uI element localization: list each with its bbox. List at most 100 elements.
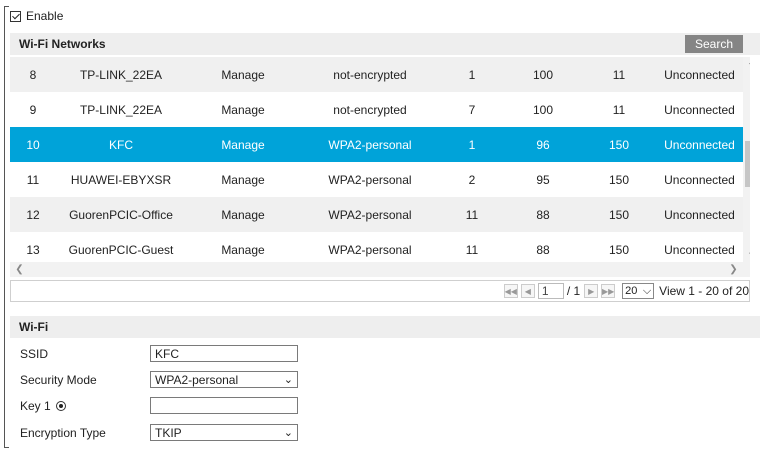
cell-signal: 96	[504, 127, 582, 162]
first-page-icon[interactable]: ◀◀	[503, 284, 518, 298]
scroll-up-icon[interactable]: ⌃	[743, 59, 750, 74]
security-mode-value: WPA2-personal	[155, 372, 239, 387]
cell-mode: Manage	[186, 232, 300, 262]
networks-grid-body: 8 TP-LINK_22EA Manage not-encrypted 1 100 11 Un…	[10, 57, 743, 262]
frame-tick	[4, 6, 9, 7]
cell-status: Unconnected	[656, 232, 743, 262]
cell-signal: 100	[504, 57, 582, 92]
table-row[interactable]: 13 GuorenPCIC-Guest Manage WPA2-personal 11 8…	[10, 232, 743, 262]
table-row[interactable]: 10 KFC Manage WPA2-personal 1 96 150 Unconnecte…	[10, 127, 743, 162]
cell-ssid: GuorenPCIC-Office	[56, 197, 186, 232]
per-page-value: 20	[625, 285, 638, 297]
page-number-input[interactable]	[537, 283, 564, 299]
ssid-label: SSID	[20, 346, 49, 361]
frame-tick	[4, 447, 9, 448]
security-mode-select[interactable]: WPA2-personal ⌄	[150, 371, 298, 388]
page-total: / 1	[566, 284, 581, 298]
enable-checkbox[interactable]	[10, 10, 21, 22]
cell-speed: 150	[582, 162, 656, 197]
scroll-corner	[743, 262, 750, 277]
table-row[interactable]: 9 TP-LINK_22EA Manage not-encrypted 7 100 11 Un…	[10, 92, 743, 127]
cell-no: 13	[10, 232, 56, 262]
table-row[interactable]: 11 HUAWEI-EBYXSR Manage WPA2-personal 2 95 150…	[10, 162, 743, 197]
cell-ssid: HUAWEI-EBYXSR	[56, 162, 186, 197]
cell-no: 11	[10, 162, 56, 197]
cell-no: 8	[10, 57, 56, 92]
key-label: Key 1	[20, 398, 51, 413]
cell-channel: 2	[440, 162, 504, 197]
table-row[interactable]: 12 GuorenPCIC-Office Manage WPA2-personal 11…	[10, 197, 743, 232]
key-row: Key 1	[20, 397, 298, 414]
cell-ssid: KFC	[56, 127, 186, 162]
cell-security: not-encrypted	[300, 57, 440, 92]
chevron-down-icon: ⌄	[283, 427, 293, 439]
cell-speed: 11	[582, 92, 656, 127]
cell-signal: 88	[504, 197, 582, 232]
cell-status: Unconnected	[656, 197, 743, 232]
cell-security: WPA2-personal	[300, 232, 440, 262]
networks-table: 8 TP-LINK_22EA Manage not-encrypted 1 100 11 Un…	[10, 57, 743, 262]
cell-speed: 150	[582, 197, 656, 232]
cell-ssid: GuorenPCIC-Guest	[56, 232, 186, 262]
vertical-scrollbar[interactable]: ⌃ ⌄	[743, 57, 750, 262]
per-page-select[interactable]: 20 ⌵	[622, 283, 655, 299]
cell-channel: 1	[440, 57, 504, 92]
cell-signal: 100	[504, 92, 582, 127]
cell-status: Unconnected	[656, 57, 743, 92]
key-label-group: Key 1	[20, 399, 150, 413]
encryption-type-row: Encryption Type TKIP ⌄	[20, 424, 298, 441]
scroll-right-icon[interactable]: ❯	[726, 262, 741, 277]
cell-channel: 7	[440, 92, 504, 127]
enable-row: Enable	[10, 9, 63, 23]
cell-security: WPA2-personal	[300, 162, 440, 197]
ssid-input[interactable]: KFC	[150, 345, 298, 362]
wifi-networks-title: Wi-Fi Networks	[19, 37, 106, 51]
encryption-type-value: TKIP	[155, 425, 182, 440]
enable-label: Enable	[26, 9, 64, 23]
cell-no: 10	[10, 127, 56, 162]
cell-no: 9	[10, 92, 56, 127]
chevron-down-icon: ⌄	[283, 374, 293, 386]
cell-mode: Manage	[186, 92, 300, 127]
cell-mode: Manage	[186, 127, 300, 162]
cell-security: not-encrypted	[300, 92, 440, 127]
cell-speed: 150	[582, 127, 656, 162]
next-page-icon[interactable]: ▶	[584, 284, 599, 298]
cell-signal: 88	[504, 232, 582, 262]
wifi-networks-header: Wi-Fi Networks Search	[10, 33, 760, 55]
chevron-down-icon: ⌵	[642, 284, 652, 297]
left-frame-line	[4, 6, 5, 448]
cell-no: 12	[10, 197, 56, 232]
pager: ◀◀ ◀ / 1 ▶ ▶▶ 20 ⌵ View 1 - 20 of 20	[10, 280, 750, 302]
cell-status: Unconnected	[656, 92, 743, 127]
cell-speed: 150	[582, 232, 656, 262]
wifi-header: Wi-Fi	[10, 316, 760, 338]
prev-page-icon[interactable]: ◀	[520, 284, 535, 298]
horizontal-scrollbar[interactable]: ❮ ❯	[10, 262, 743, 277]
table-row[interactable]: 8 TP-LINK_22EA Manage not-encrypted 1 100 11 Un…	[10, 57, 743, 92]
cell-security: WPA2-personal	[300, 197, 440, 232]
cell-speed: 11	[582, 57, 656, 92]
search-button[interactable]: Search	[685, 35, 743, 53]
key-radio[interactable]	[55, 400, 66, 411]
cell-channel: 11	[440, 232, 504, 262]
key-input[interactable]	[150, 397, 298, 414]
cell-signal: 95	[504, 162, 582, 197]
cell-security: WPA2-personal	[300, 127, 440, 162]
scroll-down-icon[interactable]: ⌄	[743, 245, 750, 260]
cell-mode: Manage	[186, 57, 300, 92]
cell-ssid: TP-LINK_22EA	[56, 57, 186, 92]
ssid-row: SSID KFC	[20, 345, 298, 362]
scroll-thumb[interactable]	[745, 141, 750, 187]
cell-channel: 11	[440, 197, 504, 232]
view-info: View 1 - 20 of 20	[659, 284, 749, 298]
encryption-type-select[interactable]: TKIP ⌄	[150, 424, 298, 441]
cell-status: Unconnected	[656, 127, 743, 162]
cell-ssid: TP-LINK_22EA	[56, 92, 186, 127]
cell-mode: Manage	[186, 197, 300, 232]
scroll-left-icon[interactable]: ❮	[12, 262, 27, 277]
last-page-icon[interactable]: ▶▶	[601, 284, 616, 298]
cell-channel: 1	[440, 127, 504, 162]
wifi-title: Wi-Fi	[19, 320, 49, 334]
security-mode-label: Security Mode	[20, 372, 97, 387]
